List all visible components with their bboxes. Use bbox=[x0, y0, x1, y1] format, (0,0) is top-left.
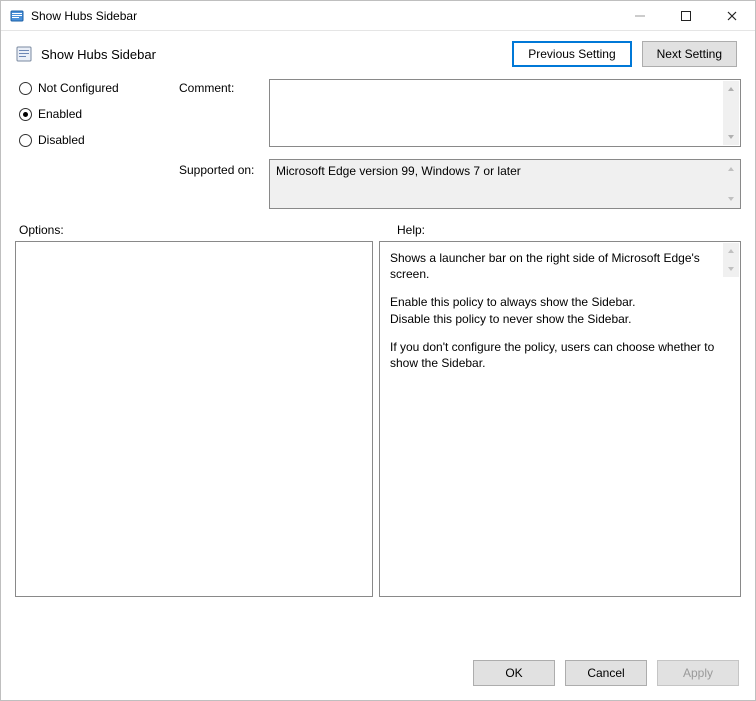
supported-label: Supported on: bbox=[179, 159, 269, 177]
window: Show Hubs Sidebar Show H bbox=[0, 0, 756, 701]
state-radio-group: Not Configured Enabled Disabled bbox=[19, 79, 179, 147]
help-header: Help: bbox=[389, 223, 425, 237]
policy-icon bbox=[15, 45, 33, 63]
options-header: Options: bbox=[15, 223, 389, 237]
help-text-3: If you don't configure the policy, users… bbox=[390, 339, 716, 371]
panels-header: Options: Help: bbox=[1, 209, 755, 241]
options-panel[interactable] bbox=[15, 241, 373, 597]
help-text-2b: Disable this policy to never show the Si… bbox=[390, 311, 716, 327]
panels: Shows a launcher bar on the right side o… bbox=[1, 241, 755, 646]
policy-header: Show Hubs Sidebar Previous Setting Next … bbox=[1, 31, 755, 71]
window-controls bbox=[617, 1, 755, 30]
app-icon bbox=[9, 8, 25, 24]
supported-on-field: Microsoft Edge version 99, Windows 7 or … bbox=[269, 159, 741, 209]
next-setting-button[interactable]: Next Setting bbox=[642, 41, 737, 67]
scroll-up-icon[interactable] bbox=[723, 161, 739, 177]
radio-icon bbox=[19, 134, 32, 147]
radio-icon bbox=[19, 108, 32, 121]
titlebar: Show Hubs Sidebar bbox=[1, 1, 755, 31]
scroll-up-icon[interactable] bbox=[723, 81, 739, 97]
config-form: Not Configured Enabled Disabled Comment: bbox=[1, 71, 755, 209]
maximize-button[interactable] bbox=[663, 1, 709, 30]
comment-label: Comment: bbox=[179, 79, 269, 95]
minimize-button[interactable] bbox=[617, 1, 663, 30]
cancel-button[interactable]: Cancel bbox=[565, 660, 647, 686]
ok-button[interactable]: OK bbox=[473, 660, 555, 686]
scrollbar[interactable] bbox=[723, 161, 739, 207]
help-text-1: Shows a launcher bar on the right side o… bbox=[390, 250, 716, 282]
radio-enabled[interactable]: Enabled bbox=[19, 107, 179, 121]
scrollbar[interactable] bbox=[723, 243, 739, 277]
comment-textarea[interactable] bbox=[269, 79, 741, 147]
scroll-down-icon[interactable] bbox=[723, 129, 739, 145]
close-button[interactable] bbox=[709, 1, 755, 30]
radio-label: Not Configured bbox=[38, 81, 119, 95]
apply-button[interactable]: Apply bbox=[657, 660, 739, 686]
dialog-footer: OK Cancel Apply bbox=[1, 646, 755, 700]
scroll-down-icon[interactable] bbox=[723, 261, 739, 277]
scrollbar[interactable] bbox=[723, 81, 739, 145]
radio-disabled[interactable]: Disabled bbox=[19, 133, 179, 147]
help-text-2a: Enable this policy to always show the Si… bbox=[390, 294, 716, 310]
radio-not-configured[interactable]: Not Configured bbox=[19, 81, 179, 95]
policy-title: Show Hubs Sidebar bbox=[41, 47, 156, 62]
radio-label: Enabled bbox=[38, 107, 82, 121]
window-title: Show Hubs Sidebar bbox=[31, 9, 137, 23]
supported-on-text: Microsoft Edge version 99, Windows 7 or … bbox=[270, 160, 740, 182]
scroll-up-icon[interactable] bbox=[723, 243, 739, 259]
radio-icon bbox=[19, 82, 32, 95]
previous-setting-button[interactable]: Previous Setting bbox=[512, 41, 631, 67]
help-panel[interactable]: Shows a launcher bar on the right side o… bbox=[379, 241, 741, 597]
radio-label: Disabled bbox=[38, 133, 85, 147]
scroll-down-icon[interactable] bbox=[723, 191, 739, 207]
